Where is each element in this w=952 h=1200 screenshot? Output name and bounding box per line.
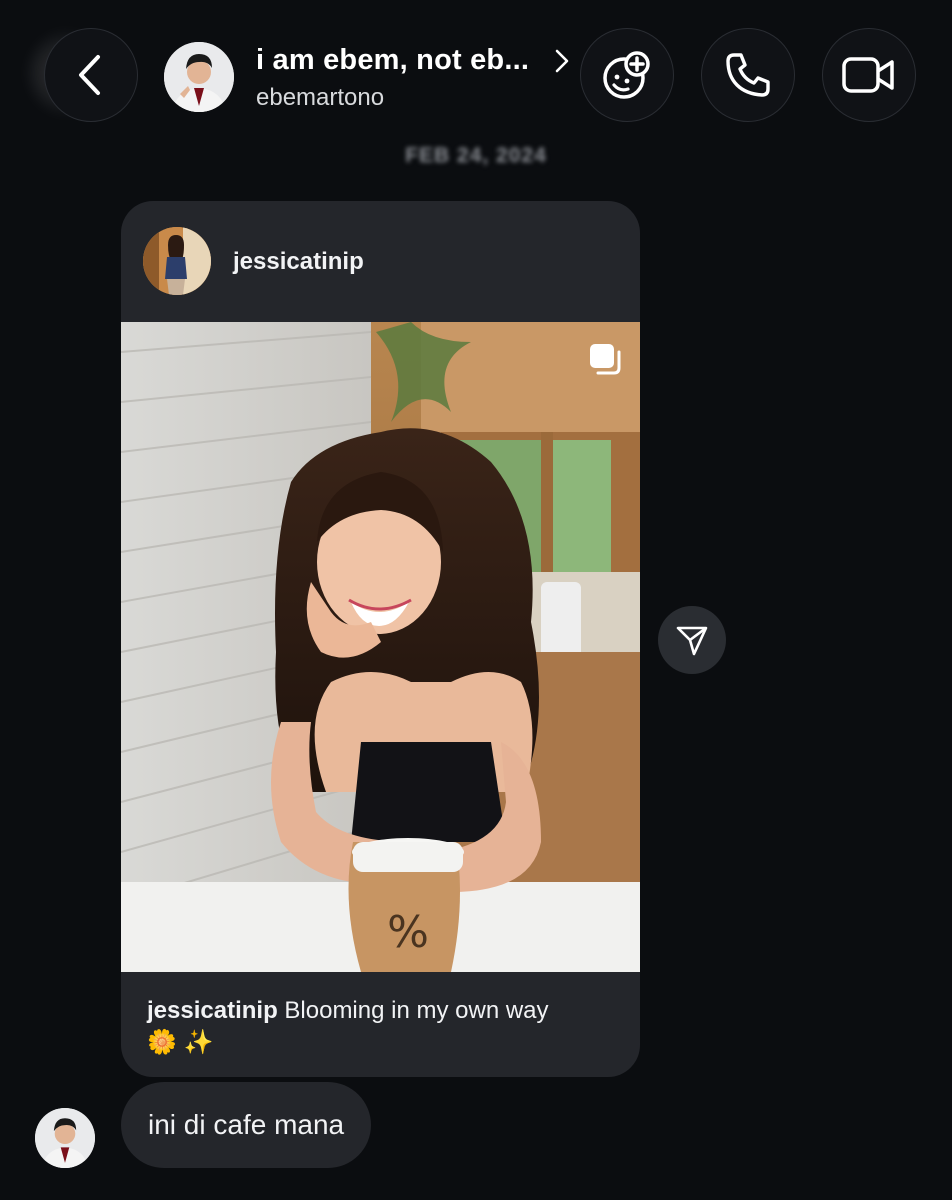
post-author-username[interactable]: jessicatinip <box>233 248 364 276</box>
contact-name[interactable]: i am ebem, not eb... <box>256 44 556 77</box>
sender-avatar[interactable] <box>35 1108 95 1168</box>
chevron-left-icon <box>79 55 100 95</box>
svg-text:%: % <box>387 907 429 958</box>
conversation-header: i am ebem, not eb... ebemartono <box>0 0 952 150</box>
caption-text: Blooming in my own way <box>284 997 549 1024</box>
video-call-button[interactable] <box>822 28 916 122</box>
message-bubble[interactable]: ini di cafe mana <box>121 1082 372 1168</box>
caption-username: jessicatinip <box>147 997 278 1024</box>
message-text: ini di cafe mana <box>148 1109 345 1140</box>
contact-username[interactable]: ebemartono <box>256 84 384 112</box>
post-image[interactable]: % <box>121 322 640 972</box>
shared-post-card[interactable]: jessicatinip % jessicatinip Blooming in … <box>121 201 640 1077</box>
send-icon <box>676 626 708 656</box>
chevron-right-icon[interactable] <box>552 48 572 74</box>
video-camera-icon <box>842 57 894 93</box>
call-button[interactable] <box>701 28 795 122</box>
share-post-button[interactable] <box>658 606 726 674</box>
phone-icon <box>726 53 770 97</box>
face-plus-icon <box>603 51 650 99</box>
caption-emoji: 🌼 ✨ <box>147 1029 214 1056</box>
back-button[interactable] <box>44 28 138 122</box>
post-author-avatar[interactable] <box>143 227 211 295</box>
contact-avatar[interactable] <box>164 42 234 112</box>
post-caption: jessicatinip Blooming in my own way 🌼 ✨ <box>147 995 617 1059</box>
effects-button[interactable] <box>580 28 674 122</box>
carousel-icon <box>590 344 621 375</box>
date-divider: FEB 24, 2024 <box>405 144 547 167</box>
shared-post-header[interactable]: jessicatinip <box>121 201 640 322</box>
